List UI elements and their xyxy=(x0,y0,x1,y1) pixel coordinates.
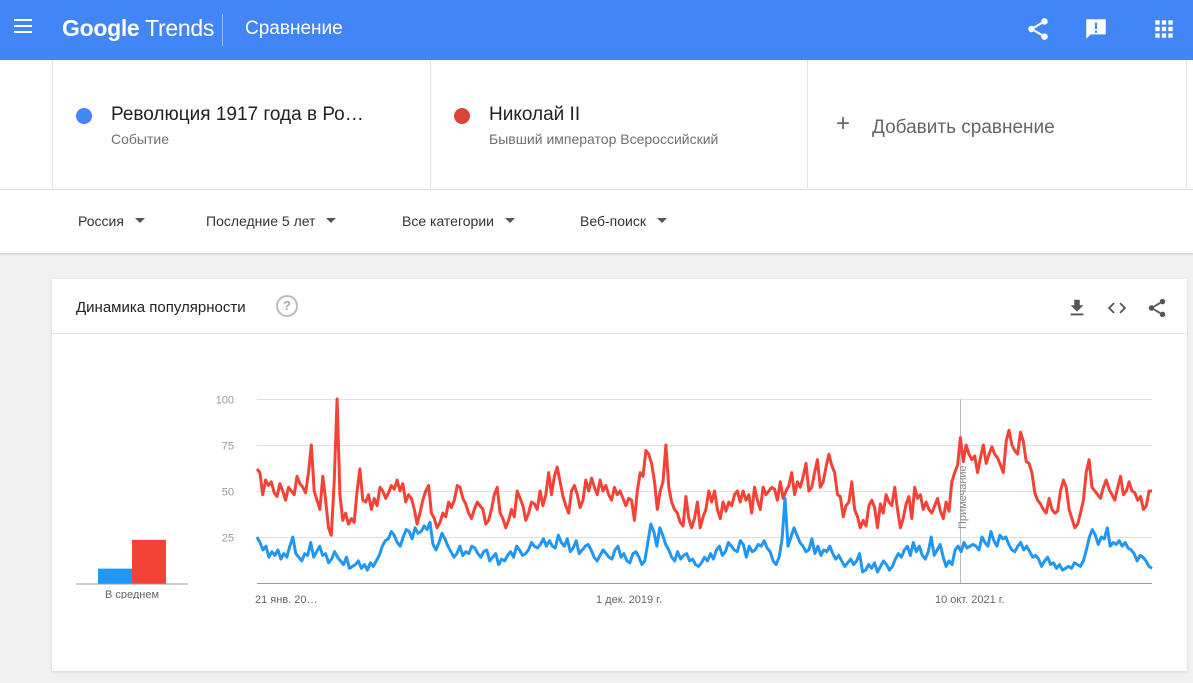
dropdown-arrow-icon xyxy=(134,217,145,223)
search-type-dropdown[interactable]: Веб-поиск xyxy=(580,213,667,229)
interest-over-time-card: Динамика популярности ? В среднем 25 50 75… xyxy=(52,279,1187,671)
top-app-bar: Google Trends Сравнение xyxy=(0,0,1193,60)
apps-grid-icon[interactable] xyxy=(1151,16,1177,42)
x-tick-label: 10 окт. 2021 г. xyxy=(935,594,1005,606)
average-bar-chart: В среднем xyxy=(76,539,188,599)
brand-trends: Trends xyxy=(145,15,215,41)
term-card-revolution[interactable]: Революция 1917 года в Ро… Событие xyxy=(52,60,430,188)
card-header: Динамика популярности ? xyxy=(52,279,1187,334)
series-line[interactable] xyxy=(255,397,1152,537)
help-icon[interactable]: ? xyxy=(276,295,298,317)
feedback-icon[interactable] xyxy=(1083,16,1109,42)
period-label: Последние 5 лет xyxy=(206,213,316,229)
term-color-dot xyxy=(76,108,92,124)
plus-icon: + xyxy=(836,110,851,137)
term-color-dot xyxy=(454,108,470,124)
share-icon[interactable] xyxy=(1146,297,1168,319)
menu-icon[interactable] xyxy=(14,19,34,39)
x-tick-label: 1 дек. 2019 г. xyxy=(596,594,662,606)
brand-logo[interactable]: Google Trends xyxy=(62,15,214,42)
page-title: Сравнение xyxy=(245,18,343,39)
add-comparison-label: Добавить сравнение xyxy=(872,117,1055,138)
y-tick-label: 50 xyxy=(222,487,234,499)
y-tick-label: 25 xyxy=(222,533,234,545)
embed-code-icon[interactable] xyxy=(1106,297,1128,319)
dropdown-arrow-icon xyxy=(656,217,667,223)
download-icon[interactable] xyxy=(1066,297,1088,319)
term-subtitle: Бывший император Всероссийский xyxy=(489,131,719,147)
term-name: Николай II xyxy=(489,104,581,125)
y-tick-label: 75 xyxy=(222,441,234,453)
average-bar[interactable] xyxy=(132,539,166,584)
x-tick-label: 21 янв. 20… xyxy=(255,594,318,606)
card-title: Динамика популярности xyxy=(76,299,246,316)
brand-google: Google xyxy=(62,15,140,41)
term-card-nikolai[interactable]: Николай II Бывший император Всероссийски… xyxy=(430,60,807,188)
term-name: Революция 1917 года в Ро… xyxy=(111,104,364,125)
period-dropdown[interactable]: Последние 5 лет xyxy=(206,213,337,229)
header-divider xyxy=(222,14,223,46)
term-subtitle: Событие xyxy=(111,131,169,147)
region-label: Россия xyxy=(78,213,124,229)
filter-bar: Россия Последние 5 лет Все категории Веб… xyxy=(0,190,1193,254)
category-label: Все категории xyxy=(402,213,494,229)
trend-line-chart[interactable]: 25 50 75 100 Примечание 21 янв. 20… 1 дек. 2… xyxy=(207,389,1157,619)
category-dropdown[interactable]: Все категории xyxy=(402,213,515,229)
add-comparison-button[interactable]: + Добавить сравнение xyxy=(807,60,1187,188)
share-icon[interactable] xyxy=(1025,16,1051,42)
dropdown-arrow-icon xyxy=(504,217,515,223)
note-marker-label[interactable]: Примечание xyxy=(957,465,969,529)
comparison-bar: Революция 1917 года в Ро… Событие Никола… xyxy=(0,60,1193,190)
region-dropdown[interactable]: Россия xyxy=(78,213,145,229)
average-label: В среднем xyxy=(105,589,159,599)
average-bar[interactable] xyxy=(98,568,132,584)
dropdown-arrow-icon xyxy=(326,217,337,223)
search-type-label: Веб-поиск xyxy=(580,213,646,229)
y-tick-label: 100 xyxy=(216,395,234,407)
